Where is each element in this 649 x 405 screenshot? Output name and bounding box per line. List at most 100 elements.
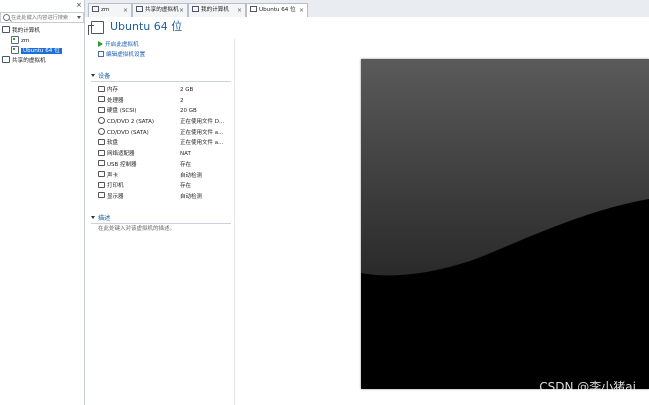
- device-row-usb[interactable]: USB 控制器 存在: [98, 160, 232, 171]
- device-row-disk[interactable]: 硬盘 (SCSI) 20 GB: [98, 106, 232, 117]
- device-value: 2: [180, 97, 184, 104]
- device-name: CD/DVD 2 (SATA): [107, 119, 154, 126]
- device-name: 声卡: [107, 172, 119, 179]
- tree-item-shared[interactable]: 共享的虚拟机: [0, 56, 84, 66]
- sound-icon: [98, 171, 105, 177]
- watermark: CSDN @李小猪ai: [539, 380, 636, 394]
- device-value: 自动检测: [180, 172, 203, 179]
- tab-my-computer[interactable]: 我的计算机 ×: [188, 3, 246, 17]
- tab-close-icon[interactable]: ×: [123, 4, 128, 17]
- device-row-network[interactable]: 网络适配器 NAT: [98, 149, 232, 160]
- device-row-cpu[interactable]: 处理器 2: [98, 96, 232, 107]
- computer-icon: [192, 5, 199, 12]
- tree-label: zm: [21, 38, 30, 44]
- device-value: 正在使用文件 a...: [180, 129, 224, 136]
- tree-label: 共享的虚拟机: [12, 58, 46, 64]
- tree-item-my-computer[interactable]: 我的计算机: [0, 26, 84, 36]
- device-name: 显示器: [107, 193, 124, 200]
- tab-label: zm: [101, 7, 110, 13]
- search-dropdown-icon[interactable]: [77, 16, 81, 19]
- tab-ubuntu[interactable]: Ubuntu 64 位 ×: [246, 3, 308, 18]
- device-value: NAT: [180, 151, 191, 158]
- device-value: 自动检测: [180, 193, 203, 200]
- tree-item-ubuntu[interactable]: Ubuntu 64 位: [0, 45, 84, 56]
- device-value: 20 GB: [180, 108, 197, 115]
- device-row-display[interactable]: 显示器 自动检测: [98, 192, 232, 203]
- tab-label: 共享的虚拟机: [145, 7, 179, 13]
- library-panel: × 我的计算机 zm Ubuntu 64 位 共享的虚拟机: [0, 0, 85, 405]
- thumbnail-graphic: [361, 59, 649, 389]
- edit-settings-label: 编辑虚拟机设置: [106, 52, 146, 58]
- vm-preview-area: CSDN @李小猪ai: [235, 39, 649, 405]
- vm-screen-thumbnail[interactable]: [361, 59, 649, 389]
- tree-label: 我的计算机: [12, 28, 40, 34]
- device-value: 正在使用文件 D...: [180, 119, 225, 126]
- play-icon: [98, 40, 103, 47]
- description-header-label: 描述: [98, 215, 111, 222]
- device-name: CD/DVD (SATA): [107, 129, 149, 136]
- device-list: 内存 2 GB 处理器 2 硬盘 (SCSI) 20 GB CD/DVD 2 (…: [98, 85, 232, 203]
- power-on-label: 开启此虚拟机: [105, 42, 139, 48]
- power-on-link[interactable]: 开启此虚拟机: [98, 40, 139, 50]
- computer-icon: [2, 26, 10, 33]
- library-close-icon[interactable]: ×: [76, 2, 82, 9]
- vm-title: Ubuntu 64 位: [110, 20, 183, 33]
- tree-label: Ubuntu 64 位: [21, 48, 62, 54]
- network-icon: [98, 149, 105, 156]
- disk-icon: [98, 106, 105, 113]
- device-value: 正在使用文件 a...: [180, 140, 224, 147]
- device-row-cdrom[interactable]: CD/DVD (SATA) 正在使用文件 a...: [98, 127, 232, 139]
- shared-vm-icon: [2, 56, 10, 63]
- vm-large-icon: [88, 21, 104, 35]
- tab-label: 我的计算机: [201, 7, 229, 13]
- shared-vm-icon: [136, 5, 143, 12]
- vm-icon: [11, 35, 19, 44]
- tab-bar: zm × 共享的虚拟机 × 我的计算机 × Ubuntu 64 位 ×: [85, 0, 649, 18]
- edit-settings-link[interactable]: 编辑虚拟机设置: [98, 50, 146, 60]
- search-icon: [3, 14, 10, 21]
- tab-close-icon[interactable]: ×: [179, 4, 184, 17]
- section-divider: [91, 81, 231, 82]
- library-search-input[interactable]: [11, 13, 75, 22]
- library-search-box[interactable]: [0, 12, 84, 23]
- device-row-memory[interactable]: 内存 2 GB: [98, 85, 232, 96]
- description-placeholder[interactable]: 在此处键入对该虚拟机的描述。: [98, 224, 175, 232]
- devices-section-header[interactable]: 设备: [91, 72, 231, 82]
- tab-shared[interactable]: 共享的虚拟机 ×: [132, 3, 188, 17]
- printer-icon: [98, 181, 105, 188]
- collapse-icon: [91, 215, 95, 219]
- memory-icon: [98, 85, 105, 92]
- tab-label: Ubuntu 64 位: [259, 7, 296, 13]
- device-name: USB 控制器: [107, 161, 137, 168]
- floppy-icon: [98, 138, 105, 145]
- device-value: 存在: [180, 161, 192, 168]
- library-tree: 我的计算机 zm Ubuntu 64 位 共享的虚拟机: [0, 26, 84, 66]
- device-name: 处理器: [107, 97, 124, 104]
- device-row-cdrom-2[interactable]: CD/DVD 2 (SATA) 正在使用文件 D...: [98, 117, 232, 128]
- cd-icon: [98, 127, 105, 135]
- device-row-sound[interactable]: 声卡 自动检测: [98, 171, 232, 182]
- cpu-icon: [98, 96, 105, 103]
- tab-zm[interactable]: zm ×: [88, 3, 132, 17]
- vm-icon: [92, 5, 99, 12]
- tree-item-zm[interactable]: zm: [0, 35, 84, 46]
- vm-header: Ubuntu 64 位: [85, 17, 649, 39]
- device-row-floppy[interactable]: 软盘 正在使用文件 a...: [98, 138, 232, 149]
- device-name: 网络适配器: [107, 151, 135, 158]
- cd-icon: [98, 117, 105, 125]
- tab-close-icon[interactable]: ×: [237, 4, 242, 17]
- vm-details-panel: 开启此虚拟机 编辑虚拟机设置 设备 内存 2 GB 处理器 2 硬盘 (SCSI…: [85, 39, 235, 405]
- monitor-icon: [98, 192, 105, 199]
- device-value: 存在: [180, 183, 192, 190]
- device-name: 内存: [107, 87, 119, 93]
- description-section-header[interactable]: 描述: [91, 214, 231, 224]
- usb-icon: [98, 160, 105, 167]
- device-name: 软盘: [107, 140, 119, 147]
- device-name: 打印机: [107, 183, 124, 190]
- device-value: 2 GB: [180, 87, 194, 93]
- settings-icon: [98, 50, 104, 57]
- tab-close-icon[interactable]: ×: [299, 4, 304, 17]
- vm-icon: [11, 45, 19, 54]
- device-name: 硬盘 (SCSI): [107, 108, 137, 115]
- device-row-printer[interactable]: 打印机 存在: [98, 181, 232, 192]
